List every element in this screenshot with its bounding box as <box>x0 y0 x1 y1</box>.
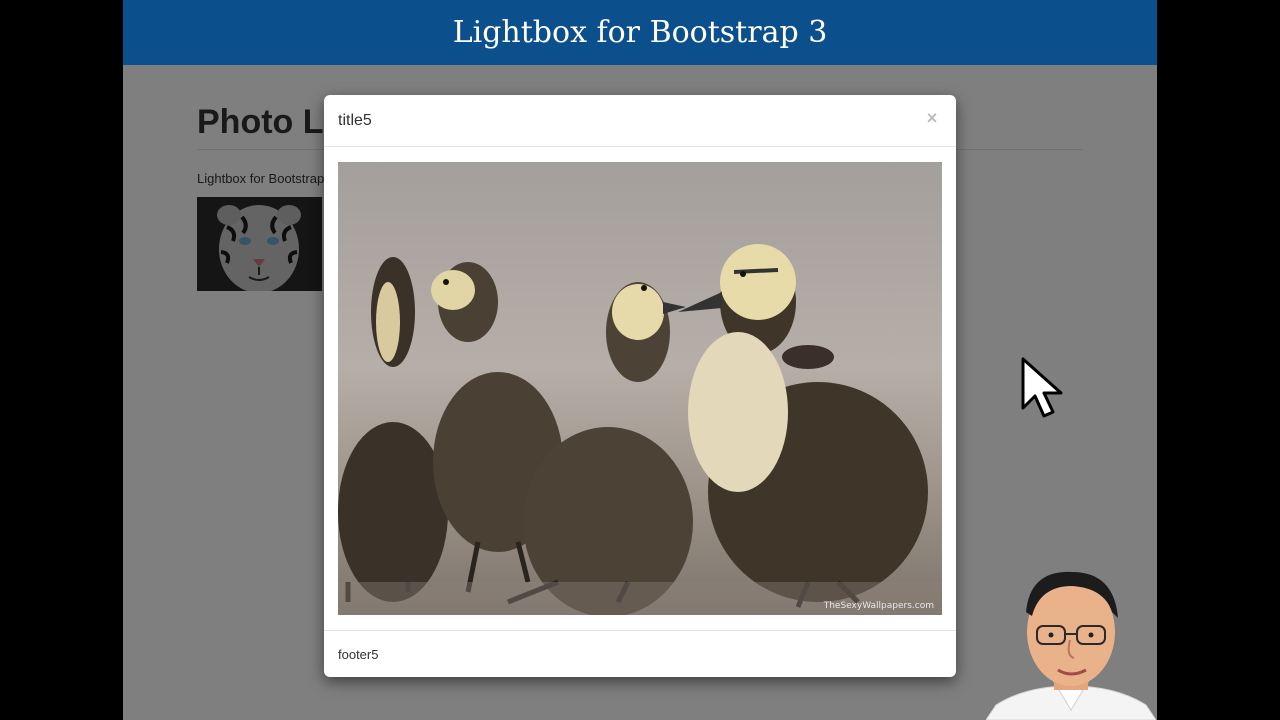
title-banner: Lightbox for Bootstrap 3 <box>123 0 1157 65</box>
lightbox-modal: title5 × TheSexyWallpapers.com footer5 <box>324 95 956 677</box>
close-button[interactable]: × <box>922 108 942 128</box>
mouse-cursor-icon <box>1021 357 1063 418</box>
banner-title: Lightbox for Bootstrap 3 <box>452 15 828 50</box>
modal-footer-text: footer5 <box>338 647 379 662</box>
modal-title: title5 <box>338 112 372 129</box>
modal-header: title5 × <box>324 95 956 147</box>
presenter-avatar-icon <box>986 571 1156 720</box>
ducklings-icon <box>338 162 942 615</box>
lightbox-image: TheSexyWallpapers.com <box>338 162 942 615</box>
modal-footer: footer5 <box>324 630 956 677</box>
image-watermark: TheSexyWallpapers.com <box>823 601 934 611</box>
